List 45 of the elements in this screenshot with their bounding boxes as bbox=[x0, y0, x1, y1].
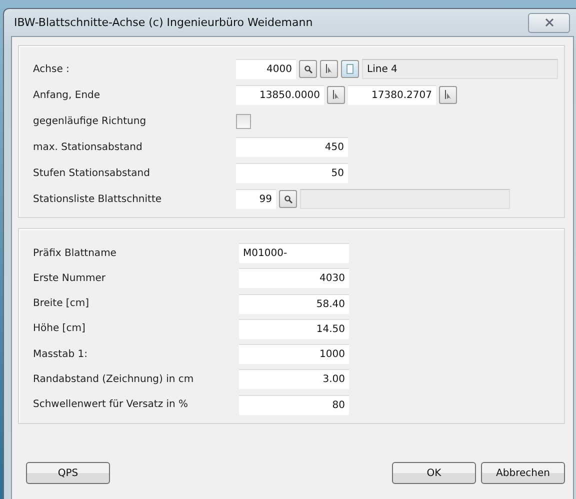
input-field[interactable]: 99 bbox=[236, 189, 276, 209]
cursor-icon bbox=[444, 90, 452, 100]
field-label: Präfix Blattname bbox=[33, 248, 118, 258]
input-field[interactable]: 14.50 bbox=[239, 318, 349, 339]
input-field[interactable]: 80 bbox=[239, 394, 349, 415]
input-field[interactable]: 50 bbox=[236, 163, 348, 183]
input-field[interactable]: 4000 bbox=[236, 59, 296, 79]
field-label: gegenläufige Richtung bbox=[33, 116, 148, 126]
field-label: Erste Nummer bbox=[33, 272, 106, 284]
input-field[interactable]: 17380.2707 bbox=[348, 85, 436, 105]
pick-button[interactable] bbox=[327, 86, 345, 104]
qps-button[interactable]: QPS bbox=[26, 462, 110, 484]
input-field[interactable]: 450 bbox=[236, 137, 348, 157]
dialog-button[interactable]: Abbrechen bbox=[481, 462, 565, 484]
checkbox[interactable] bbox=[236, 114, 251, 128]
field-label: Schwellenwert für Versatz in % bbox=[33, 399, 190, 410]
field-label: Randabstand (Zeichnung) in cm bbox=[33, 374, 195, 385]
search-icon bbox=[304, 64, 312, 74]
close-icon bbox=[544, 18, 554, 27]
pick-button[interactable] bbox=[320, 60, 338, 78]
input-field[interactable]: 1000 bbox=[239, 344, 349, 364]
cursor-icon bbox=[324, 64, 334, 74]
cursor-icon bbox=[332, 90, 340, 100]
dialog-button[interactable]: OK bbox=[392, 462, 476, 484]
field-label: Achse : bbox=[33, 64, 70, 74]
pick-button[interactable] bbox=[299, 60, 317, 78]
input-field[interactable]: 4030 bbox=[239, 268, 349, 288]
pick-button[interactable] bbox=[279, 190, 297, 208]
input-field[interactable]: 13850.0000 bbox=[236, 85, 324, 105]
document-icon bbox=[346, 64, 354, 74]
input-field[interactable]: 58.40 bbox=[239, 294, 349, 314]
field-label: Anfang, Ende bbox=[33, 90, 102, 100]
pick-button[interactable] bbox=[439, 86, 457, 104]
window-title: IBW-Blattschnitte-Achse (c) Ingenieurbüro Weidemann bbox=[14, 16, 313, 29]
input-field[interactable]: M01000- bbox=[239, 243, 349, 263]
field-label: Masstab 1: bbox=[33, 348, 88, 360]
input-field[interactable]: 3.00 bbox=[239, 369, 349, 390]
field-label: Breite [cm] bbox=[33, 298, 90, 310]
field-label: Stationsliste Blattschnitte bbox=[33, 194, 163, 204]
field-label: Höhe [cm] bbox=[33, 323, 86, 334]
display-field: Line 4 bbox=[362, 59, 558, 79]
field-label: max. Stationsabstand bbox=[33, 142, 144, 152]
close-button[interactable] bbox=[528, 12, 570, 32]
field-label: Stufen Stationsabstand bbox=[33, 168, 151, 178]
search-icon bbox=[284, 194, 292, 204]
